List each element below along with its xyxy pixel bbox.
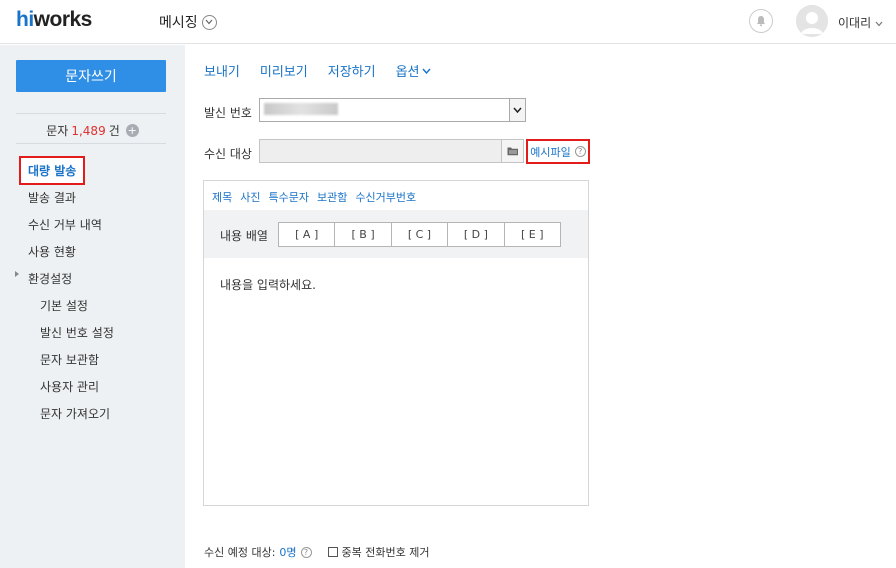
expected-recipients-label: 수신 예정 대상: xyxy=(204,546,276,559)
logo-works: works xyxy=(33,8,93,31)
arrange-buttons: [ A ] [ B ] [ C ] [ D ] [ E ] xyxy=(278,222,561,247)
arrange-label: 내용 배열 xyxy=(220,229,268,243)
sidebar: 문자쓰기 문자 1,489 건 + 대량 발송 발송 결과 수신 거부 내역 사용… xyxy=(0,45,185,568)
message-editor: 제목 사진 특수문자 보관함 수신거부번호 내용 배열 [ A ] [ B ] … xyxy=(203,180,589,506)
plus-icon[interactable]: + xyxy=(125,124,139,137)
sidebar-item-sender-number-settings[interactable]: 발신 번호 설정 xyxy=(40,324,114,341)
sample-file-label: 예시파일 xyxy=(530,145,571,159)
sender-number-label: 발신 번호 xyxy=(204,106,252,120)
sidebar-item-bulk-send[interactable]: 대량 발송 xyxy=(19,156,86,185)
sidebar-item-import-messages[interactable]: 문자 가져오기 xyxy=(40,405,110,422)
user-menu[interactable]: 이대리 xyxy=(838,14,883,31)
sidebar-item-message-storage[interactable]: 문자 보관함 xyxy=(40,351,99,368)
chevron-down-icon xyxy=(421,63,431,78)
logo-hi: hi xyxy=(16,8,34,31)
folder-open-icon[interactable] xyxy=(502,139,524,163)
help-icon[interactable]: ? xyxy=(574,146,586,157)
recipient-summary: 수신 예정 대상: 0명 ? 중복 전화번호 제거 xyxy=(204,544,430,560)
recipient-label: 수신 대상 xyxy=(204,147,252,161)
tab-storage[interactable]: 보관함 xyxy=(317,189,347,205)
arrange-button-a[interactable]: [ A ] xyxy=(278,222,336,247)
arrange-button-d[interactable]: [ D ] xyxy=(447,222,505,247)
message-body-input[interactable]: 내용을 입력하세요. xyxy=(220,276,316,293)
caret-right-icon xyxy=(15,271,19,277)
sms-unit: 건 xyxy=(108,124,120,138)
avatar[interactable] xyxy=(796,5,828,37)
app-title: 메시징 xyxy=(159,15,198,31)
send-button[interactable]: 보내기 xyxy=(204,61,240,80)
sms-label: 문자 xyxy=(46,124,69,138)
sidebar-item-settings[interactable]: 환경설정 xyxy=(28,270,72,287)
user-name: 이대리 xyxy=(838,16,872,30)
sidebar-item-usage[interactable]: 사용 현황 xyxy=(28,243,76,260)
toolbar: 보내기 미리보기 저장하기 옵션 xyxy=(204,61,431,80)
chevron-down-icon xyxy=(201,14,217,30)
help-icon[interactable]: ? xyxy=(300,546,312,558)
sender-number-value: 080-7700-1888 xyxy=(264,103,338,115)
save-button[interactable]: 저장하기 xyxy=(328,61,376,80)
sender-number-select[interactable]: 080-7700-1888 xyxy=(259,98,526,122)
sidebar-item-user-management[interactable]: 사용자 관리 xyxy=(40,378,99,395)
content-arrange-bar: 내용 배열 [ A ] [ B ] [ C ] [ D ] [ E ] xyxy=(204,210,588,258)
tab-special-chars[interactable]: 특수문자 xyxy=(269,189,309,205)
divider xyxy=(16,143,166,144)
tab-photo[interactable]: 사진 xyxy=(240,189,260,205)
recipient-input[interactable] xyxy=(259,139,502,163)
tab-subject[interactable]: 제목 xyxy=(212,189,232,205)
sms-balance: 문자 1,489 건 + xyxy=(0,122,185,139)
sidebar-item-basic-settings[interactable]: 기본 설정 xyxy=(40,297,88,314)
dedupe-label[interactable]: 중복 전화번호 제거 xyxy=(342,544,430,560)
preview-button[interactable]: 미리보기 xyxy=(260,61,308,80)
options-menu[interactable]: 옵션 xyxy=(396,61,431,80)
arrange-button-b[interactable]: [ B ] xyxy=(334,222,392,247)
arrange-button-c[interactable]: [ C ] xyxy=(390,222,449,247)
arrange-button-e[interactable]: [ E ] xyxy=(503,222,561,247)
divider xyxy=(16,113,166,114)
sidebar-item-reject-history[interactable]: 수신 거부 내역 xyxy=(28,216,102,233)
sms-count: 1,489 xyxy=(71,123,106,138)
top-header: hiworks 메시징 이대리 xyxy=(0,0,896,44)
chevron-down-icon xyxy=(509,99,525,121)
sidebar-item-send-result[interactable]: 발송 결과 xyxy=(28,189,76,206)
sample-file-link[interactable]: 예시파일 ? xyxy=(526,139,590,164)
app-switcher[interactable]: 메시징 xyxy=(159,12,217,32)
dedupe-checkbox[interactable] xyxy=(327,547,338,557)
notification-bell-icon[interactable] xyxy=(749,9,773,33)
compose-button[interactable]: 문자쓰기 xyxy=(16,60,166,92)
editor-tabs: 제목 사진 특수문자 보관함 수신거부번호 xyxy=(212,189,424,205)
hiworks-logo[interactable]: hiworks xyxy=(16,8,92,32)
tab-reject-number[interactable]: 수신거부번호 xyxy=(355,189,416,205)
chevron-down-icon xyxy=(875,16,883,30)
options-label: 옵션 xyxy=(395,65,420,80)
expected-recipients-count: 0명 xyxy=(279,546,297,559)
